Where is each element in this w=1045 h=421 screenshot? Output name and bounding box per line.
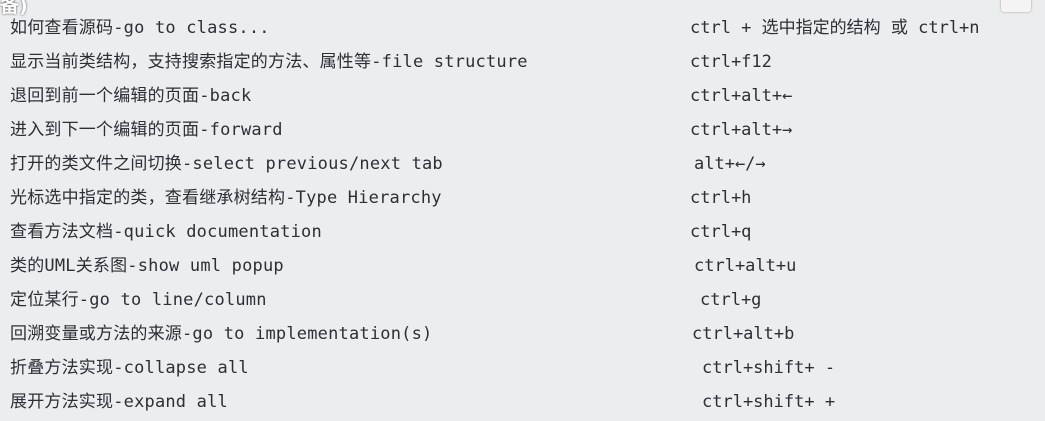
shortcut-description: 光标选中指定的类，查看继承树结构-Type Hierarchy xyxy=(10,188,442,208)
overlay-corner-text: 备) xyxy=(0,0,28,17)
shortcut-row: 类的UML关系图-show uml popup ctrl+alt+u xyxy=(0,249,1045,283)
shortcut-list: 如何查看源码-go to class... ctrl + 选中指定的结构 或 c… xyxy=(0,11,1045,419)
shortcut-keys: ctrl+shift+ + xyxy=(702,392,836,412)
shortcut-row: 查看方法文档-quick documentation ctrl+q xyxy=(0,215,1045,249)
shortcut-description: 展开方法实现-expand all xyxy=(10,392,228,412)
shortcut-keys: alt+←/→ xyxy=(694,154,766,174)
shortcut-row: 回溯变量或方法的来源-go to implementation(s) ctrl+… xyxy=(0,317,1045,351)
shortcut-description: 进入到下一个编辑的页面-forward xyxy=(10,120,283,140)
shortcut-description: 定位某行-go to line/column xyxy=(10,290,267,310)
shortcut-row: 定位某行-go to line/column ctrl+g xyxy=(0,283,1045,317)
shortcut-keys: ctrl+g xyxy=(700,290,762,310)
shortcut-description: 类的UML关系图-show uml popup xyxy=(10,256,284,276)
shortcut-row: 如何查看源码-go to class... ctrl + 选中指定的结构 或 c… xyxy=(0,11,1045,45)
shortcut-description: 回溯变量或方法的来源-go to implementation(s) xyxy=(10,324,433,344)
shortcut-description: 查看方法文档-quick documentation xyxy=(10,222,322,242)
shortcut-description: 打开的类文件之间切换-select previous/next tab xyxy=(10,154,443,174)
shortcut-row: 退回到前一个编辑的页面-back ctrl+alt+← xyxy=(0,79,1045,113)
shortcut-keys: ctrl+alt+b xyxy=(692,324,795,344)
overlay-comment-badge xyxy=(1001,0,1031,12)
shortcut-keys: ctrl+q xyxy=(690,222,752,242)
shortcut-keys: ctrl+alt+u xyxy=(694,256,797,276)
shortcut-row: 打开的类文件之间切换-select previous/next tab alt+… xyxy=(0,147,1045,181)
shortcut-keys: ctrl+h xyxy=(690,188,752,208)
shortcut-keys: ctrl+f12 xyxy=(690,52,772,72)
shortcut-description: 退回到前一个编辑的页面-back xyxy=(10,86,252,106)
shortcut-row: 光标选中指定的类，查看继承树结构-Type Hierarchy ctrl+h xyxy=(0,181,1045,215)
shortcut-row: 展开方法实现-expand all ctrl+shift+ + xyxy=(0,385,1045,419)
shortcut-keys: ctrl+shift+ - xyxy=(702,358,836,378)
shortcut-description: 显示当前类结构，支持搜索指定的方法、属性等-file structure xyxy=(10,52,528,72)
shortcut-description: 如何查看源码-go to class... xyxy=(10,18,270,38)
shortcut-keys: ctrl + 选中指定的结构 或 ctrl+n xyxy=(690,18,980,38)
shortcut-keys: ctrl+alt+→ xyxy=(690,120,793,140)
shortcut-keys: ctrl+alt+← xyxy=(690,86,793,106)
shortcut-description: 折叠方法实现-collapse all xyxy=(10,358,249,378)
shortcut-row: 折叠方法实现-collapse all ctrl+shift+ - xyxy=(0,351,1045,385)
shortcut-row: 显示当前类结构，支持搜索指定的方法、属性等-file structure ctr… xyxy=(0,45,1045,79)
shortcut-row: 进入到下一个编辑的页面-forward ctrl+alt+→ xyxy=(0,113,1045,147)
